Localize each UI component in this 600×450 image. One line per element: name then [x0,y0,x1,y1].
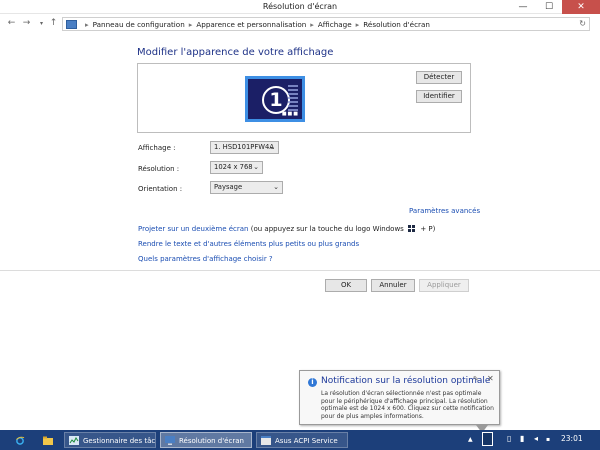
notification-title: Notification sur la résolution optimale [321,376,491,386]
orientation-select-value: Paysage [214,183,243,191]
navigation-bar: ← → ▾ ↑ ▸ Panneau de configuration ▸ Appare… [0,14,600,34]
action-center-flag-icon[interactable] [482,432,493,446]
service-window-icon [261,436,271,445]
minimize-button[interactable]: — [510,0,536,14]
taskbar-item-label: Résolution d'écran [179,437,244,445]
resolution-select[interactable]: 1024 x 768 ⌄ [210,161,263,174]
display-select-value: 1. HSD101PFW4A [214,143,274,151]
control-panel-icon [66,20,77,29]
resolution-notification[interactable]: i Notification sur la résolution optimal… [299,370,500,433]
monitor-1-preview[interactable]: 1 ■■■ [245,76,305,122]
chevron-down-icon: ⌄ [273,183,279,191]
apply-button[interactable]: Appliquer [419,279,469,292]
taskbar: Gestionnaire des tâc... Résolution d'écr… [0,430,600,450]
project-hint-suffix: + P) [420,225,436,233]
show-hidden-icons[interactable]: ▲ [468,436,473,443]
chevron-down-icon: ⌄ [253,163,259,171]
maximize-button[interactable]: ☐ [536,0,562,14]
breadcrumb-control-panel[interactable]: Panneau de configuration [93,20,185,29]
taskbar-task-manager[interactable]: Gestionnaire des tâc... [64,432,156,448]
taskbar-item-label: Gestionnaire des tâc... [83,437,156,445]
project-second-screen-link[interactable]: Projeter sur un deuxième écran [138,225,249,233]
orientation-select[interactable]: Paysage ⌄ [210,181,283,194]
taskbar-screen-resolution[interactable]: Résolution d'écran [160,432,252,448]
resolution-label: Résolution : [138,165,180,173]
recent-locations-icon[interactable]: ▾ [36,18,47,29]
back-button[interactable]: ← [6,18,17,29]
up-button[interactable]: ↑ [48,18,59,29]
notification-body: La résolution d'écran sélectionnée n'est… [321,390,494,420]
taskbar-file-explorer[interactable] [35,432,61,448]
battery-icon[interactable]: ▯ [507,434,511,443]
monitor-number: 1 [262,86,290,114]
taskbar-asus-acpi-service[interactable]: Asus ACPI Service [256,432,348,448]
address-bar[interactable]: ▸ Panneau de configuration ▸ Apparence et p… [62,17,590,31]
identify-button[interactable]: Identifier [416,90,462,103]
forward-button[interactable]: → [21,18,32,29]
resolution-select-value: 1024 x 768 [214,163,253,171]
detect-button[interactable]: Détecter [416,71,462,84]
ok-button[interactable]: OK [325,279,367,292]
title-bar: Résolution d'écran — ☐ ✕ [0,0,600,14]
taskbar-internet-explorer[interactable] [8,432,30,448]
taskbar-item-label: Asus ACPI Service [275,437,338,445]
folder-icon [43,436,53,445]
notification-close-icon[interactable]: ✕ [487,374,494,383]
project-row: Projeter sur un deuxième écran (ou appuy… [138,225,435,233]
monitor-grid-icon [288,85,298,113]
display-icon [165,436,175,445]
display-select[interactable]: 1. HSD101PFW4A ⌄ [210,141,279,154]
task-manager-icon [69,436,79,445]
display-label: Affichage : [138,144,176,152]
internet-explorer-icon [16,436,25,445]
chevron-down-icon: ⌄ [269,143,275,151]
breadcrumb-screen-resolution[interactable]: Résolution d'écran [363,20,430,29]
footer-divider [0,270,600,271]
taskbar-clock[interactable]: 23:01 [561,434,583,443]
which-settings-link[interactable]: Quels paramètres d'affichage choisir ? [138,255,273,263]
breadcrumb-display[interactable]: Affichage [318,20,352,29]
settings-wrench-icon[interactable]: ✎ [473,375,479,383]
breadcrumb: ▸ Panneau de configuration ▸ Apparence et p… [85,20,430,29]
cancel-button[interactable]: Annuler [371,279,415,292]
info-icon: i [308,378,317,387]
page-title: Modifier l'apparence de votre affichage [137,47,334,58]
volume-icon[interactable]: ◂ [534,434,538,443]
project-hint-prefix: (ou appuyez sur la touche du logo Window… [250,225,404,233]
windows-logo-icon [408,225,417,232]
refresh-button[interactable]: ↻ [579,19,586,28]
text-size-link[interactable]: Rendre le texte et d'autres éléments plu… [138,240,359,248]
close-button[interactable]: ✕ [562,0,600,14]
breadcrumb-appearance[interactable]: Apparence et personnalisation [196,20,306,29]
advanced-settings-link[interactable]: Paramètres avancés [409,207,480,215]
orientation-label: Orientation : [138,185,183,193]
language-icon[interactable]: ▪ [546,436,550,443]
network-signal-icon[interactable]: ▮ [520,434,524,443]
monitor-dots-icon: ■■■ [281,111,299,117]
